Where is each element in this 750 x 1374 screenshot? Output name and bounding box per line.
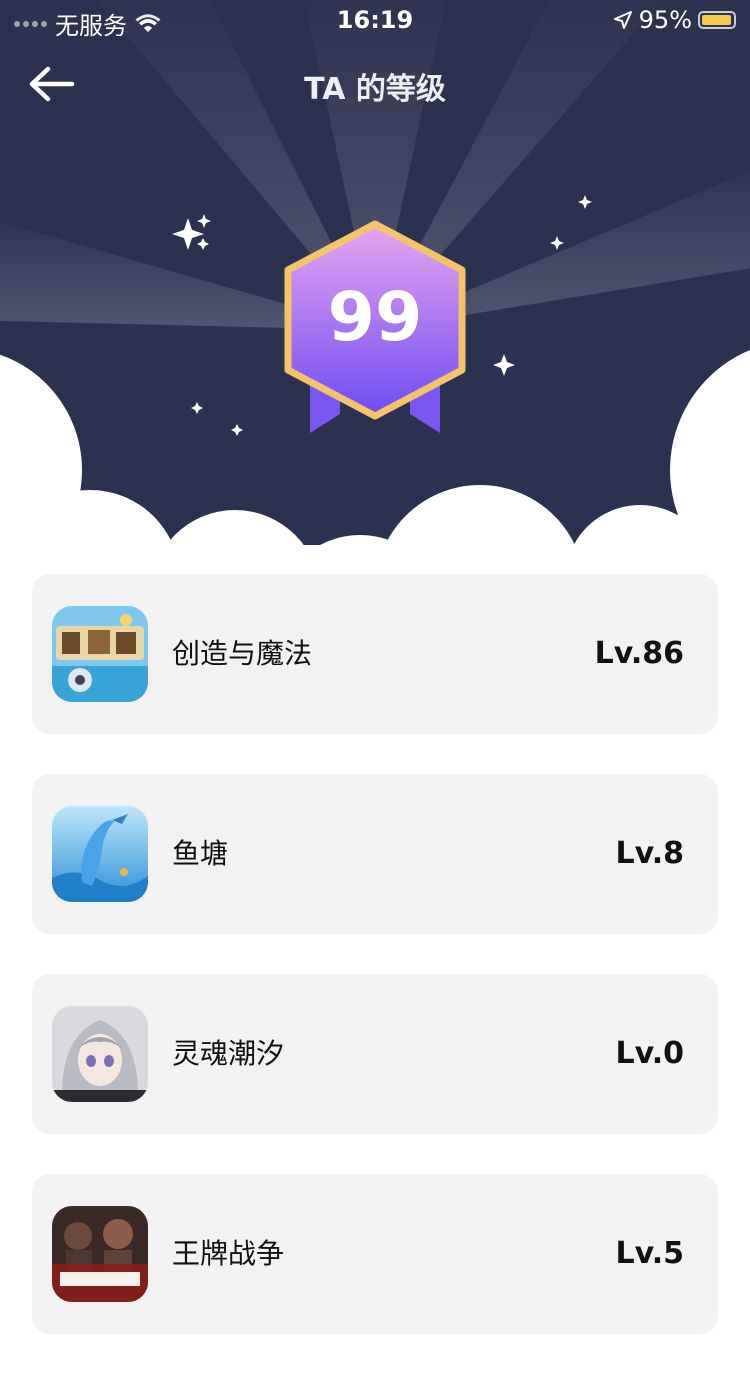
level-badge: 99 (280, 218, 470, 438)
level-number: 99 (327, 278, 423, 357)
game-name: 创造与魔法 (172, 637, 313, 670)
battery-percent: 95% (638, 6, 692, 34)
fish-pond-game-icon (52, 806, 148, 902)
game-card[interactable]: 鱼塘 Lv.8 (32, 774, 718, 934)
creation-magic-game-icon (52, 606, 148, 702)
battery-fill (702, 15, 731, 25)
game-level: Lv.8 (615, 836, 685, 871)
header-hero: 无服务 16:19 95% TA 的等级 99 (0, 0, 750, 560)
game-name: 王牌战争 (172, 1237, 285, 1270)
game-name: 灵魂潮汐 (172, 1037, 285, 1070)
game-card[interactable]: 创造与魔法 Lv.86 (32, 574, 718, 734)
status-bar: 无服务 16:19 95% (0, 0, 750, 40)
game-card[interactable]: 王牌战争 Lv.5 (32, 1174, 718, 1334)
game-level: Lv.0 (615, 1036, 685, 1071)
game-level-list: 创造与魔法 Lv.86 鱼塘 Lv.8 灵魂潮汐 Lv.0 王牌战争 Lv.5 (32, 574, 718, 1374)
page-title: TA 的等级 (304, 72, 446, 107)
nav-bar: TA 的等级 (0, 50, 750, 120)
soul-tide-game-icon (52, 1006, 148, 1102)
battery-icon (698, 11, 736, 29)
location-arrow-icon (613, 11, 632, 29)
game-card[interactable]: 灵魂潮汐 Lv.0 (32, 974, 718, 1134)
game-name: 鱼塘 (172, 837, 229, 870)
game-level: Lv.5 (615, 1236, 685, 1271)
game-level: Lv.86 (594, 636, 684, 671)
ace-war-game-icon (52, 1206, 148, 1302)
